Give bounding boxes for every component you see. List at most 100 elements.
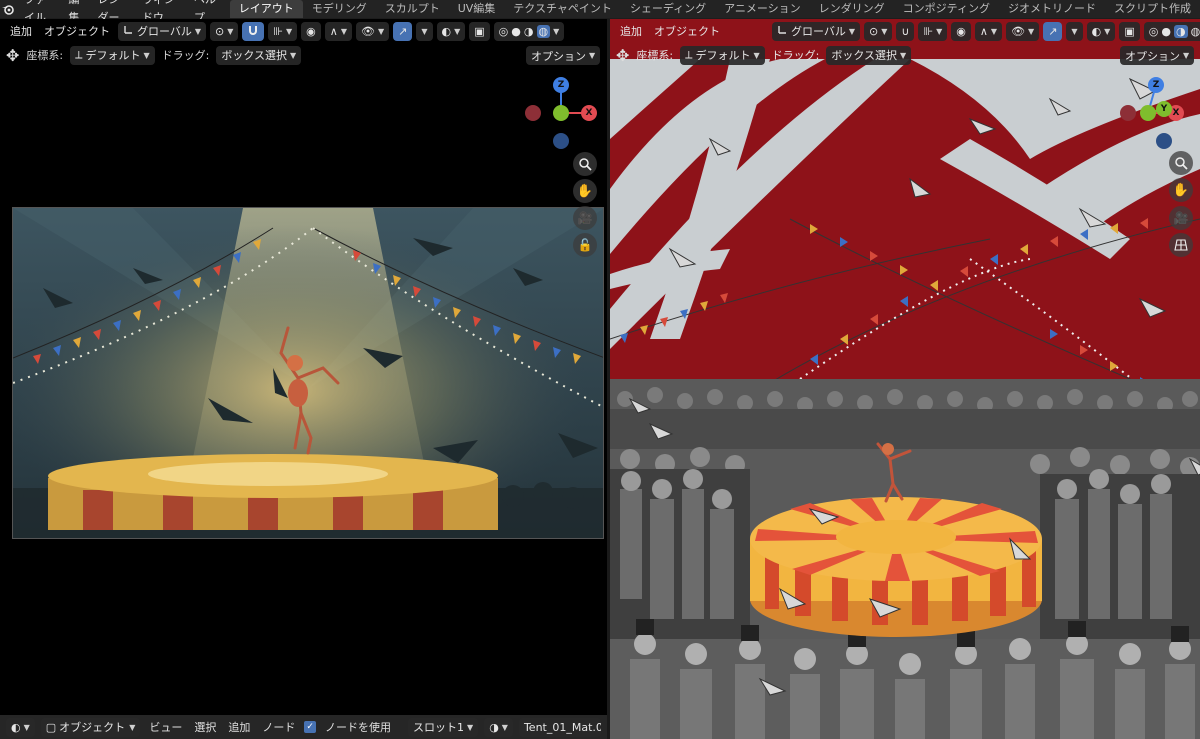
left-3d-viewport[interactable]: 追加 オブジェクト グローバル ▼ ⊙ ▼ ⊪ ▼ ◉ ∧ ▼ 👁 ▼ ↗ ▼ … <box>0 19 607 739</box>
move-tool-icon[interactable]: ✥ <box>616 46 629 65</box>
coord-system-dropdown[interactable]: ⟂ デフォルト ▼ <box>680 45 765 65</box>
overlay-dropdown[interactable]: ◐ ▼ <box>436 21 466 41</box>
tab-texture-paint[interactable]: テクスチャペイント <box>504 0 621 18</box>
material-shading-icon[interactable]: ◑ <box>1173 24 1188 38</box>
xray-toggle[interactable]: ▣ <box>1119 21 1140 41</box>
snap-grid-icon: ⊪ <box>273 24 284 38</box>
shading-mode-group[interactable]: ◎ ● ◑ ◍ <box>1143 21 1200 41</box>
tab-shading[interactable]: シェーディング <box>621 0 715 18</box>
options-dropdown[interactable]: オプション ▼ <box>1120 46 1195 65</box>
tab-uv-editing[interactable]: UV編集 <box>449 0 505 18</box>
gizmo-neg-z-axis[interactable] <box>1156 133 1172 149</box>
snap-target-dropdown[interactable]: ⊪ ▼ <box>918 21 948 41</box>
shading-mode-group[interactable]: ◎ ● ◑ ◍ ▼ <box>493 21 565 41</box>
tab-animation[interactable]: アニメーション <box>715 0 810 18</box>
transform-orientation-dropdown[interactable]: グローバル ▼ <box>118 21 207 41</box>
tab-sculpt[interactable]: スカルプト <box>376 0 449 18</box>
gizmo-dropdown[interactable]: ▼ <box>416 21 433 41</box>
menu-object[interactable]: オブジェクト <box>650 23 724 39</box>
snap-toggle[interactable]: ∪ <box>896 21 915 41</box>
navigation-gizmo[interactable]: Z X Y <box>1118 73 1198 153</box>
zoom-icon[interactable] <box>1169 151 1193 175</box>
pan-hand-icon[interactable]: ✋ <box>573 179 597 203</box>
chevron-down-icon: ▼ <box>290 50 297 60</box>
material-name-field[interactable]: Tent_01_Mat.001 <box>518 717 601 737</box>
rendered-circus-scene <box>13 208 603 538</box>
falloff-dropdown[interactable]: ∧ ▼ <box>324 21 352 41</box>
snap-toggle[interactable] <box>242 21 265 41</box>
camera-view-icon[interactable]: 🎥 <box>573 206 597 230</box>
tab-modeling[interactable]: モデリング <box>303 0 376 18</box>
proportional-editing-toggle[interactable]: ◉ <box>951 21 971 41</box>
mode-dropdown[interactable]: ▢ オブジェクト ▼ <box>40 717 141 737</box>
menu-select[interactable]: 選択 <box>191 719 219 735</box>
wireframe-shading-icon[interactable]: ◎ <box>1149 25 1159 38</box>
overlay-dropdown[interactable]: ◐ ▼ <box>1086 21 1116 41</box>
use-nodes-checkbox[interactable]: ✓ <box>304 721 317 733</box>
falloff-dropdown[interactable]: ∧ ▼ <box>974 21 1003 41</box>
snap-target-dropdown[interactable]: ⊪ ▼ <box>268 21 298 41</box>
orientation-icon <box>777 24 788 38</box>
rendered-shading-icon[interactable]: ◍ <box>1191 25 1200 38</box>
menu-node[interactable]: ノード <box>259 719 298 735</box>
gizmo-icon: ↗ <box>1048 24 1058 38</box>
chevron-down-icon: ▼ <box>1104 26 1111 36</box>
move-tool-icon[interactable]: ✥ <box>6 46 19 65</box>
solid-shading-icon[interactable]: ● <box>511 25 521 38</box>
perspective-grid-icon[interactable] <box>1169 233 1193 257</box>
tab-scripting[interactable]: スクリプト作成 <box>1105 0 1200 18</box>
lock-camera-icon[interactable]: 🔓 <box>573 233 597 257</box>
gizmo-dropdown[interactable]: ▼ <box>1066 21 1083 41</box>
visibility-dropdown[interactable]: 👁 ▼ <box>1006 21 1040 41</box>
tab-geometry-nodes[interactable]: ジオメトリノード <box>999 0 1105 18</box>
gizmo-toggle[interactable]: ↗ <box>1043 21 1063 41</box>
proportional-editing-toggle[interactable]: ◉ <box>301 21 321 41</box>
pivot-point-dropdown[interactable]: ⊙ ▼ <box>210 21 239 41</box>
tab-compositing[interactable]: コンポジティング <box>894 0 999 18</box>
menu-add[interactable]: 追加 <box>6 23 36 39</box>
xray-toggle[interactable]: ▣ <box>469 21 490 41</box>
options-dropdown[interactable]: オプション ▼ <box>526 46 601 65</box>
zoom-icon[interactable] <box>573 152 597 176</box>
chevron-down-icon: ▼ <box>1071 26 1078 36</box>
gizmo-neg-z-axis[interactable] <box>553 133 569 149</box>
camera-view-icon[interactable]: 🎥 <box>1169 206 1193 230</box>
solid-shading-icon[interactable]: ● <box>1161 25 1171 38</box>
coord-system-dropdown[interactable]: ⟂ デフォルト ▼ <box>70 45 155 65</box>
chevron-down-icon: ▼ <box>454 26 461 36</box>
menu-add[interactable]: 追加 <box>616 23 646 39</box>
menu-add[interactable]: 追加 <box>225 719 253 735</box>
tab-rendering[interactable]: レンダリング <box>810 0 894 18</box>
slot-dropdown[interactable]: スロット1 ▼ <box>408 717 479 737</box>
object-mode-icon: ▢ <box>45 720 57 734</box>
navigation-gizmo[interactable]: Z X <box>521 73 601 153</box>
rendered-shading-icon[interactable]: ◍ <box>536 24 551 38</box>
gizmo-x-axis[interactable]: X <box>581 105 597 121</box>
menu-object[interactable]: オブジェクト <box>40 23 114 39</box>
gizmo-center[interactable] <box>1140 105 1156 121</box>
gizmo-z-axis[interactable]: Z <box>1148 77 1164 93</box>
chevron-down-icon: ▼ <box>589 51 596 60</box>
pan-hand-icon[interactable]: ✋ <box>1169 178 1193 202</box>
gizmo-neg-x-axis[interactable] <box>1120 105 1136 121</box>
gizmo-y-axis[interactable]: Y <box>1156 101 1172 117</box>
pivot-point-dropdown[interactable]: ⊙ ▼ <box>864 21 893 41</box>
visibility-dropdown[interactable]: 👁 ▼ <box>356 21 390 41</box>
gizmo-neg-x-axis[interactable] <box>525 105 541 121</box>
gizmo-y-axis[interactable] <box>553 105 569 121</box>
transform-orientation-dropdown[interactable]: グローバル ▼ <box>772 21 861 41</box>
gizmo-toggle[interactable]: ↗ <box>393 21 413 41</box>
wireframe-shading-icon[interactable]: ◎ <box>499 25 509 38</box>
editor-type-dropdown[interactable]: ◐ ▼ <box>6 717 35 737</box>
gizmo-z-axis[interactable]: Z <box>553 77 569 93</box>
material-browse-dropdown[interactable]: ◑ ▼ <box>484 717 513 737</box>
right-viewport-header: 追加 オブジェクト グローバル ▼ ⊙ ▼ ∪ ⊪ ▼ ◉ ∧ ▼ 👁 ▼ ↗ … <box>610 19 1200 43</box>
blender-logo-icon[interactable] <box>0 0 17 18</box>
material-shading-icon[interactable]: ◑ <box>524 25 534 38</box>
drag-mode-dropdown[interactable]: ボックス選択 ▼ <box>826 45 912 65</box>
chevron-down-icon: ▼ <box>143 50 150 60</box>
menu-view[interactable]: ビュー <box>146 719 185 735</box>
right-3d-viewport[interactable]: 追加 オブジェクト グローバル ▼ ⊙ ▼ ∪ ⊪ ▼ ◉ ∧ ▼ 👁 ▼ ↗ … <box>610 19 1200 739</box>
drag-mode-dropdown[interactable]: ボックス選択 ▼ <box>216 45 302 65</box>
tab-layout[interactable]: レイアウト <box>229 0 303 18</box>
